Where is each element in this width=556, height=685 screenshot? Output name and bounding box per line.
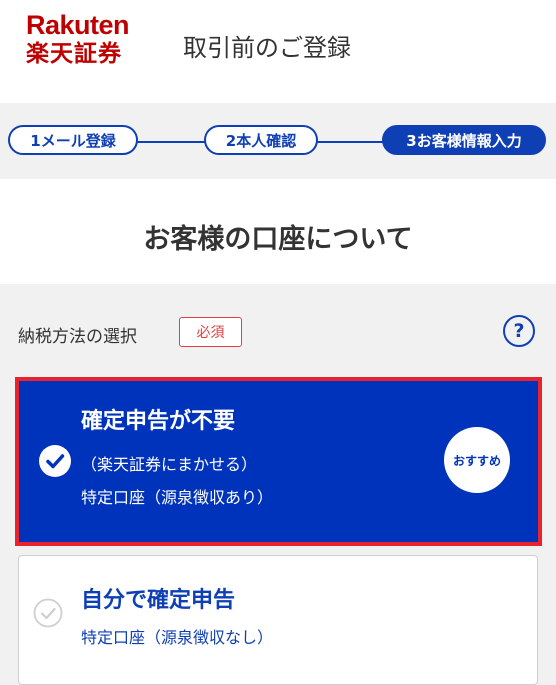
option-title: 確定申告が不要 <box>81 409 236 434</box>
checkmark-circle-icon <box>33 598 63 628</box>
app-header: Rakuten 楽天証券 取引前のご登録 <box>0 0 556 100</box>
step-identity-verification: 2本人確認 <box>204 125 318 155</box>
option-detail: 特定口座（源泉徴収あり） <box>81 488 274 507</box>
main-content: お客様の口座について 納税方法の選択 必須 ? 確定申告が不要 （楽天証券にまか… <box>0 179 556 685</box>
step-connector <box>316 141 384 143</box>
recommended-badge: おすすめ <box>444 427 510 493</box>
option-detail: 特定口座（源泉徴収なし） <box>81 628 274 647</box>
logo-text: Rakuten <box>26 10 130 40</box>
logo-subtext: 楽天証券 <box>26 41 122 67</box>
question-circle-icon[interactable]: ? <box>503 315 535 347</box>
option-subtitle: （楽天証券にまかせる） <box>81 455 258 474</box>
step-email-registration: 1メール登録 <box>8 125 138 155</box>
tax-method-label: 納税方法の選択 <box>18 327 137 347</box>
page-header-title: 取引前のご登録 <box>183 34 351 62</box>
option-title: 自分で確定申告 <box>81 588 236 613</box>
page-title: お客様の口座について <box>143 224 413 255</box>
option-self-tax-return[interactable]: 自分で確定申告 特定口座（源泉徴収なし） <box>18 555 538 685</box>
rakuten-logo[interactable]: Rakuten 楽天証券 <box>26 10 130 67</box>
checkmark-icon <box>39 445 71 477</box>
step-connector <box>136 141 206 143</box>
progress-stepper: 1メール登録 2本人確認 3お客様情報入力 <box>0 103 556 179</box>
step-customer-info: 3お客様情報入力 <box>382 125 546 155</box>
option-no-tax-return[interactable]: 確定申告が不要 （楽天証券にまかせる） 特定口座（源泉徴収あり） おすすめ <box>15 377 542 546</box>
required-badge: 必須 <box>179 317 242 347</box>
